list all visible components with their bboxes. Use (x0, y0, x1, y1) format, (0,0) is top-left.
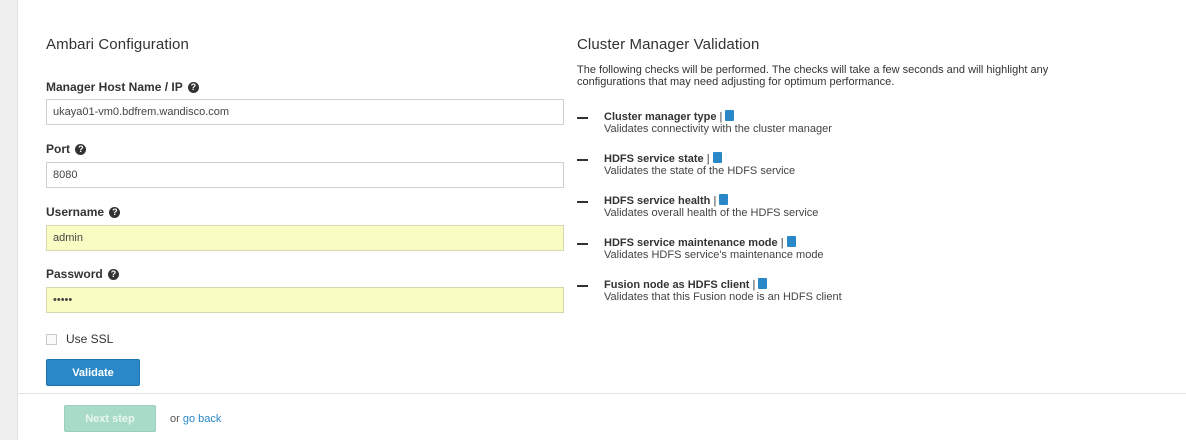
dash-icon (577, 117, 588, 119)
username-label-text: Username (46, 205, 105, 219)
use-ssl-checkbox[interactable] (46, 333, 57, 345)
footer-or-text: or (170, 413, 180, 425)
document-icon[interactable] (786, 236, 796, 247)
port-label-text: Port (46, 142, 70, 156)
check-description: Validates the state of the HDFS service (604, 165, 796, 177)
use-ssl-label: Use SSL (66, 332, 114, 346)
footer-nav: or go back (170, 413, 221, 425)
check-name-text: Cluster manager type (604, 111, 717, 123)
dash-icon (577, 159, 588, 161)
password-input[interactable] (46, 287, 564, 313)
check-name-text: HDFS service maintenance mode (604, 237, 778, 249)
use-ssl-row: Use SSL (46, 332, 113, 346)
dash-icon (577, 243, 588, 245)
cluster-validation-panel: Cluster Manager Validation The following… (577, 36, 1097, 316)
check-name: HDFS service health | (604, 194, 729, 207)
password-label: Password ? (46, 267, 120, 281)
question-circle-icon[interactable]: ? (187, 82, 199, 93)
port-label: Port ? (46, 142, 87, 156)
question-circle-icon[interactable]: ? (75, 144, 87, 155)
ambari-configuration-panel: Ambari Configuration Manager Host Name /… (46, 36, 584, 396)
check-description: Validates HDFS service's maintenance mod… (604, 249, 824, 261)
check-name: Fusion node as HDFS client | (604, 278, 768, 291)
check-name-text: Fusion node as HDFS client (604, 279, 750, 291)
port-input[interactable] (46, 162, 564, 188)
check-description: Validates overall health of the HDFS ser… (604, 207, 819, 219)
check-name-text: HDFS service state (604, 153, 704, 165)
footer-divider (17, 393, 1186, 394)
validate-button[interactable]: Validate (46, 359, 140, 386)
go-back-link[interactable]: go back (183, 413, 222, 425)
host-label-text: Manager Host Name / IP (46, 80, 183, 94)
check-name: Cluster manager type | (604, 110, 735, 123)
check-name: HDFS service state | (604, 152, 722, 165)
username-input[interactable] (46, 225, 564, 251)
check-description: Validates connectivity with the cluster … (604, 123, 832, 135)
validation-intro: The following checks will be performed. … (577, 64, 1049, 88)
document-icon[interactable] (758, 278, 768, 289)
left-rail (0, 0, 18, 440)
dash-icon (577, 285, 588, 287)
document-icon[interactable] (712, 152, 722, 163)
question-circle-icon[interactable]: ? (108, 269, 120, 280)
check-name-text: HDFS service health (604, 195, 711, 207)
document-icon[interactable] (725, 110, 735, 121)
next-step-button[interactable]: Next step (64, 405, 156, 432)
password-label-text: Password (46, 267, 103, 281)
document-icon[interactable] (719, 194, 729, 205)
host-input[interactable] (46, 99, 564, 125)
question-circle-icon[interactable]: ? (109, 207, 121, 218)
validation-title: Cluster Manager Validation (577, 36, 760, 53)
check-name: HDFS service maintenance mode | (604, 236, 796, 249)
username-label: Username ? (46, 205, 121, 219)
check-description: Validates that this Fusion node is an HD… (604, 291, 842, 303)
host-label: Manager Host Name / IP ? (46, 80, 199, 94)
dash-icon (577, 201, 588, 203)
ambari-config-title: Ambari Configuration (46, 36, 189, 53)
